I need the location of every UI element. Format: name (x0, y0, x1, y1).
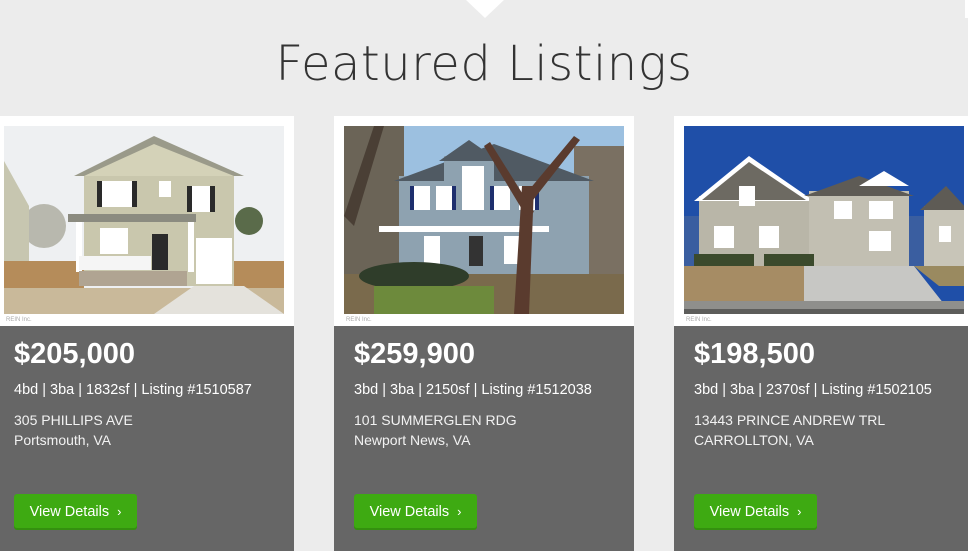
view-details-label: View Details (710, 504, 790, 520)
listing-price: $198,500 (694, 338, 815, 371)
photo-watermark-logo: REIN Inc. (6, 317, 32, 323)
chevron-right-icon: › (797, 504, 801, 519)
listing-price: $259,900 (354, 338, 475, 371)
listing-card[interactable]: REIN Inc. $259,900 3bd | 3ba | 2150sf | … (334, 116, 634, 551)
listing-address-city: Portsmouth, VA (14, 432, 111, 448)
listing-address-city: Newport News, VA (354, 432, 470, 448)
listing-photo[interactable] (684, 126, 964, 314)
photo-watermark-logo: REIN Inc. (686, 317, 712, 323)
listing-price: $205,000 (14, 338, 135, 371)
listing-photo-frame (0, 116, 294, 326)
listing-address-city: CARROLLTON, VA (694, 432, 814, 448)
listing-address-street: 13443 PRINCE ANDREW TRL (694, 412, 885, 428)
listing-photo-frame (334, 116, 634, 326)
chevron-right-icon: › (117, 504, 121, 519)
view-details-label: View Details (30, 504, 110, 520)
view-details-button[interactable]: View Details › (694, 494, 817, 530)
listing-photo[interactable] (344, 126, 624, 314)
listing-address-street: 305 PHILLIPS AVE (14, 412, 133, 428)
view-details-label: View Details (370, 504, 450, 520)
listing-address-street: 101 SUMMERGLEN RDG (354, 412, 517, 428)
listing-photo[interactable] (4, 126, 284, 314)
photo-watermark-logo: REIN Inc. (346, 317, 372, 323)
view-details-button[interactable]: View Details › (14, 494, 137, 530)
section-title: Featured Listings (0, 36, 968, 92)
listing-card[interactable]: REIN Inc. $198,500 3bd | 3ba | 2370sf | … (674, 116, 968, 551)
view-details-button[interactable]: View Details › (354, 494, 477, 530)
chevron-right-icon: › (457, 504, 461, 519)
listing-specs: 3bd | 3ba | 2370sf | Listing #1502105 (694, 382, 932, 398)
section-notch (466, 0, 504, 18)
listing-specs: 3bd | 3ba | 2150sf | Listing #1512038 (354, 382, 592, 398)
listing-specs: 4bd | 3ba | 1832sf | Listing #1510587 (14, 382, 252, 398)
listing-card[interactable]: REIN Inc. $205,000 4bd | 3ba | 1832sf | … (0, 116, 294, 551)
listing-photo-frame (674, 116, 968, 326)
